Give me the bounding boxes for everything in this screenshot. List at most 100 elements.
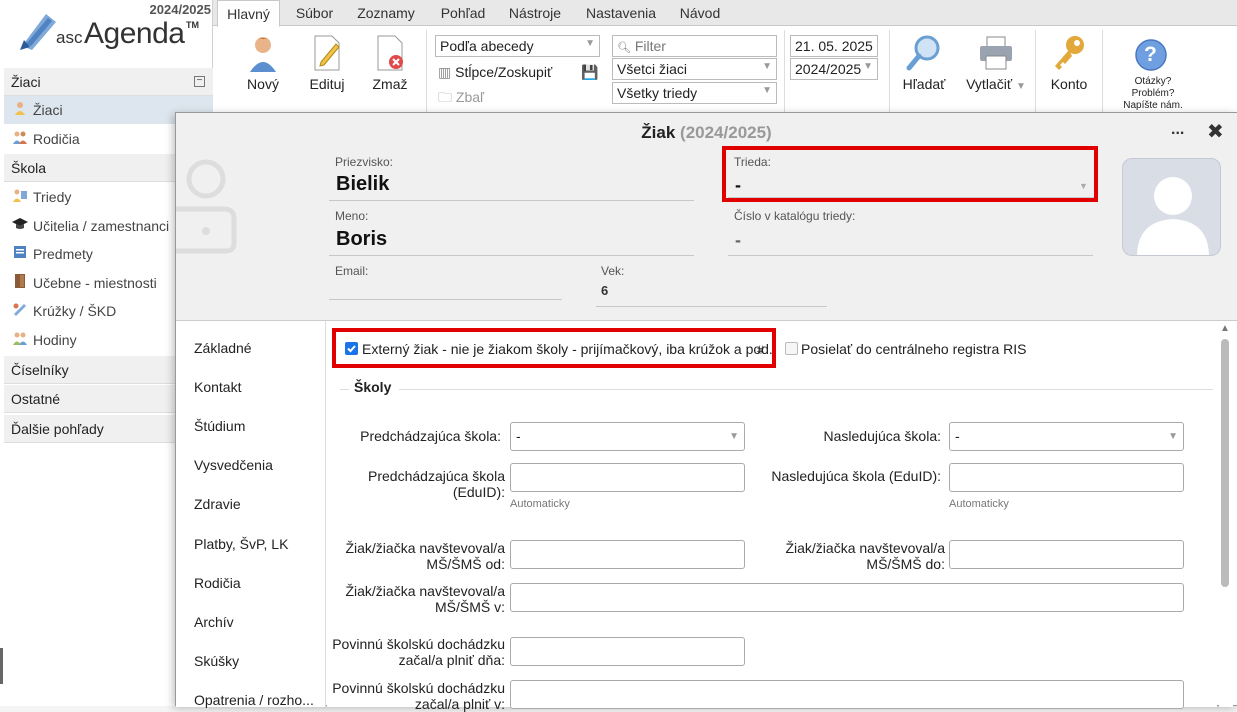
new-button[interactable]: Nový bbox=[241, 34, 285, 92]
compulsory-start-in-input[interactable] bbox=[510, 680, 1184, 709]
sidebar-section-label: Ďalšie pohľady bbox=[11, 421, 104, 437]
prev-school-eduid-label: Predchádzajúca škola (EduID): bbox=[337, 468, 505, 500]
nav-item-payments[interactable]: Platby, ŠvP, LK bbox=[194, 536, 288, 552]
ribbon-tabs: Hlavný Súbor Zoznamy Pohľad Nástroje Nas… bbox=[213, 0, 1237, 27]
nav-item-contact[interactable]: Kontakt bbox=[194, 379, 241, 395]
ms-attended-in-label: Žiak/žiačka navštevoval/a MŠ/ŠMŠ v: bbox=[337, 583, 505, 615]
close-icon[interactable]: ✖ bbox=[1207, 119, 1224, 144]
ris-register-checkbox[interactable] bbox=[785, 342, 798, 355]
help-line: Otázky? bbox=[1134, 76, 1172, 87]
dialog-content: Externý žiak - nie je žiakom školy - pri… bbox=[327, 321, 1217, 712]
search-button-label: Hľadať bbox=[902, 76, 946, 92]
help-line: Napíšte nám. bbox=[1123, 100, 1183, 111]
sidebar-section-students[interactable]: Žiaci − bbox=[4, 68, 213, 96]
student-dialog: Žiak (2024/2025) ... ✖ Priezvisko: Bieli… bbox=[175, 112, 1237, 712]
print-dropdown-arrow[interactable]: ▼ bbox=[1016, 81, 1026, 92]
sidebar-section-label: Žiaci bbox=[11, 74, 41, 90]
student-photo[interactable] bbox=[1122, 158, 1221, 256]
nav-item-report-cards[interactable]: Vysvedčenia bbox=[194, 457, 273, 473]
sidebar-edge-marker bbox=[0, 648, 3, 684]
next-school-eduid-input[interactable] bbox=[949, 463, 1184, 492]
scroll-up-arrow-icon[interactable]: ▲ bbox=[1220, 323, 1230, 334]
sidebar-item-label: Učebne - miestnosti bbox=[33, 275, 157, 291]
sidebar-section-label: Číselníky bbox=[11, 362, 69, 378]
compulsory-start-date-input[interactable] bbox=[510, 637, 745, 666]
new-button-label: Nový bbox=[247, 76, 279, 92]
lessons-icon bbox=[12, 331, 28, 348]
tab-settings[interactable]: Nastavenia bbox=[581, 0, 661, 26]
nav-item-study[interactable]: Štúdium bbox=[194, 418, 245, 434]
age-value: 6 bbox=[601, 283, 609, 298]
tab-view[interactable]: Pohľad bbox=[433, 0, 493, 26]
label-line: začal/a plniť v: bbox=[414, 696, 505, 712]
columns-group-button[interactable]: ▥ Stĺpce/Zoskupiť bbox=[438, 64, 552, 81]
name-value[interactable]: Boris bbox=[336, 228, 387, 251]
dialog-section-nav: Základné Kontakt Štúdium Vysvedčenia Zdr… bbox=[176, 321, 326, 708]
students-filter-select[interactable]: Všetci žiaci ▼ bbox=[612, 58, 777, 80]
chevron-down-icon: ▼ bbox=[585, 38, 595, 49]
sidebar-section-label: Ostatné bbox=[11, 391, 61, 407]
surname-value[interactable]: Bielik bbox=[336, 173, 389, 196]
ribbon-separator bbox=[1102, 30, 1103, 112]
nav-item-parents[interactable]: Rodičia bbox=[194, 575, 241, 591]
sort-order-select[interactable]: Podľa abecedy ▼ bbox=[435, 35, 600, 57]
help-line: Problém? bbox=[1131, 88, 1175, 99]
scrollbar-thumb[interactable] bbox=[1221, 339, 1229, 587]
ris-register-label[interactable]: Posielať do centrálneho registra RIS bbox=[801, 341, 1026, 357]
label-line: Žiak/žiačka navštevoval/a bbox=[345, 540, 505, 556]
next-school-auto-hint: Automaticky bbox=[949, 498, 1009, 510]
label-line: Predchádzajúca škola bbox=[368, 468, 505, 484]
tab-file[interactable]: Súbor bbox=[287, 0, 342, 26]
catalog-number-value[interactable]: - bbox=[735, 230, 741, 251]
columns-label: Stĺpce/Zoskupiť bbox=[455, 64, 553, 80]
school-year-select[interactable]: 2024/2025 ▼ bbox=[790, 58, 878, 80]
collapse-button[interactable]: 🗀 Zbaľ bbox=[438, 87, 484, 111]
nav-item-health[interactable]: Zdravie bbox=[194, 496, 241, 512]
sidebar-item-label: Rodičia bbox=[33, 131, 80, 147]
nav-item-basic[interactable]: Základné bbox=[194, 340, 252, 356]
logo-tm-mark: TM bbox=[186, 20, 199, 30]
tab-guide[interactable]: Návod bbox=[675, 0, 725, 26]
edit-document-icon bbox=[314, 35, 340, 71]
ms-attended-from-input[interactable] bbox=[510, 540, 745, 569]
more-options-icon[interactable]: ... bbox=[1171, 121, 1184, 139]
delete-button[interactable]: Zmaž bbox=[368, 34, 412, 92]
section-divider bbox=[340, 389, 1213, 390]
date-field[interactable]: 21. 05. 2025 bbox=[790, 35, 878, 57]
nav-item-exams[interactable]: Skúšky bbox=[194, 653, 239, 669]
next-school-eduid-label: Nasledujúca škola (EduID): bbox=[771, 468, 941, 484]
tab-label: Nástroje bbox=[508, 5, 562, 21]
ms-attended-to-label: Žiak/žiačka navštevoval/a MŠ/ŠMŠ do: bbox=[767, 540, 945, 572]
ribbon-toolbar: Hlavný Súbor Zoznamy Pohľad Nástroje Nas… bbox=[213, 0, 1237, 118]
search-button[interactable]: Hľadať bbox=[897, 34, 951, 92]
ms-attended-in-input[interactable] bbox=[510, 583, 1184, 612]
tab-label: Nastavenia bbox=[585, 5, 657, 21]
prev-school-auto-hint: Automaticky bbox=[510, 498, 570, 510]
label-line: MŠ/ŠMŠ v: bbox=[434, 599, 505, 615]
sidebar-item-label: Žiaci bbox=[33, 102, 63, 118]
tab-lists[interactable]: Zoznamy bbox=[351, 0, 421, 26]
ms-attended-to-input[interactable] bbox=[949, 540, 1184, 569]
prev-school-eduid-input[interactable] bbox=[510, 463, 745, 492]
help-contact-text[interactable]: Otázky? Problém? Napíšte nám. bbox=[1118, 76, 1188, 112]
next-school-select[interactable]: - ▼ bbox=[949, 422, 1184, 451]
folder-icon: 🗀 bbox=[438, 89, 452, 105]
collapse-icon[interactable]: − bbox=[194, 76, 205, 87]
filter-input[interactable]: 🔍︎ Filter bbox=[612, 35, 777, 57]
classes-filter-select[interactable]: Všetky triedy ▼ bbox=[612, 82, 777, 104]
account-button[interactable]: Konto bbox=[1045, 34, 1093, 92]
help-question-glyph: ? bbox=[1144, 43, 1157, 66]
prev-school-select[interactable]: - ▼ bbox=[510, 422, 745, 451]
help-button[interactable]: ? bbox=[1131, 38, 1171, 76]
edit-button[interactable]: Edituj bbox=[305, 34, 349, 92]
print-button[interactable]: Vytlačiť ▼ bbox=[961, 34, 1031, 92]
compulsory-start-date-label: Povinnú školskú dochádzku začal/a plniť … bbox=[327, 636, 505, 668]
class-highlight-box bbox=[722, 146, 1098, 202]
tab-tools[interactable]: Nástroje bbox=[505, 0, 565, 26]
ribbon-separator bbox=[784, 30, 785, 112]
ribbon-separator bbox=[426, 30, 427, 112]
chevron-down-icon: ▼ bbox=[762, 85, 772, 96]
save-view-icon[interactable]: 💾 bbox=[581, 64, 598, 81]
nav-item-archive[interactable]: Archív bbox=[194, 614, 234, 630]
tab-main[interactable]: Hlavný bbox=[217, 0, 280, 27]
